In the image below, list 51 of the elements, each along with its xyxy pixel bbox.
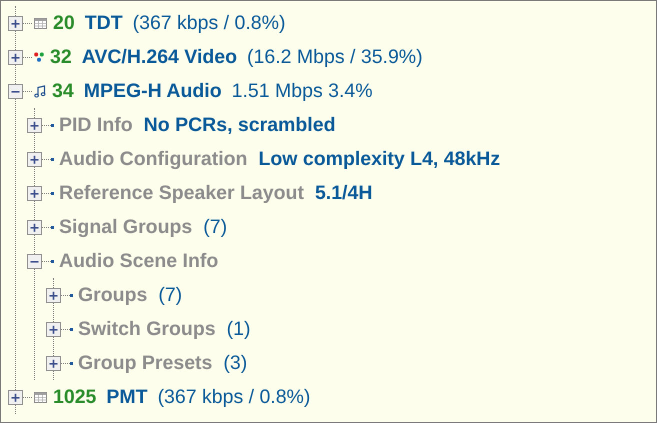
stream-info: (367 kbps / 0.8%)	[132, 12, 286, 34]
dots-icon	[34, 52, 44, 62]
stream-info: (367 kbps / 0.8%)	[158, 386, 310, 408]
node-icon	[70, 362, 73, 364]
node-count: (3)	[223, 352, 248, 374]
expand-button[interactable]	[46, 356, 61, 370]
collapse-button[interactable]	[27, 254, 42, 268]
node-label: Group Presets	[78, 352, 212, 374]
expand-button[interactable]	[8, 390, 23, 404]
expand-button[interactable]	[8, 50, 23, 64]
expand-button[interactable]	[46, 322, 61, 336]
node-icon	[51, 260, 54, 262]
music-note-icon	[34, 84, 46, 98]
node-label: Switch Groups	[78, 318, 216, 340]
node-icon	[70, 294, 73, 296]
pid-number: 20	[53, 12, 75, 34]
expand-button[interactable]	[27, 186, 42, 200]
expand-button[interactable]	[8, 16, 23, 30]
expand-button[interactable]	[27, 220, 42, 234]
node-label: Signal Groups	[59, 216, 192, 238]
node-label: Reference Speaker Layout	[59, 182, 304, 204]
table-icon	[34, 392, 47, 402]
collapse-button[interactable]	[8, 84, 23, 98]
node-label: Groups	[78, 284, 148, 306]
node-count: (7)	[158, 284, 182, 306]
node-icon	[51, 226, 54, 228]
node-count: (7)	[203, 216, 228, 238]
stream-name: AVC/H.264 Video	[82, 46, 238, 68]
stream-info: (16.2 Mbps / 35.9%)	[247, 46, 423, 68]
table-icon	[34, 18, 47, 28]
node-label: PID Info	[59, 114, 133, 136]
node-count: (1)	[226, 318, 250, 340]
stream-info: 1.51 Mbps 3.4%	[232, 80, 373, 102]
expand-button[interactable]	[27, 118, 42, 132]
node-label: Audio Scene Info	[59, 250, 218, 272]
pid-number: 1025	[53, 386, 96, 408]
expand-button[interactable]	[27, 152, 42, 166]
stream-name: PMT	[106, 386, 148, 408]
expand-button[interactable]	[46, 288, 61, 302]
stream-name: TDT	[84, 12, 123, 34]
stream-name: MPEG-H Audio	[84, 80, 222, 102]
pid-number: 32	[50, 46, 72, 68]
pid-number: 34	[52, 80, 74, 102]
node-value: No PCRs, scrambled	[144, 114, 336, 136]
node-icon	[70, 328, 73, 330]
node-icon	[51, 124, 54, 126]
node-label: Audio Configuration	[59, 148, 248, 170]
node-icon	[51, 158, 54, 160]
node-icon	[51, 192, 54, 194]
node-value: 5.1/4H	[314, 182, 372, 204]
node-value: Low complexity L4, 48kHz	[258, 148, 500, 170]
